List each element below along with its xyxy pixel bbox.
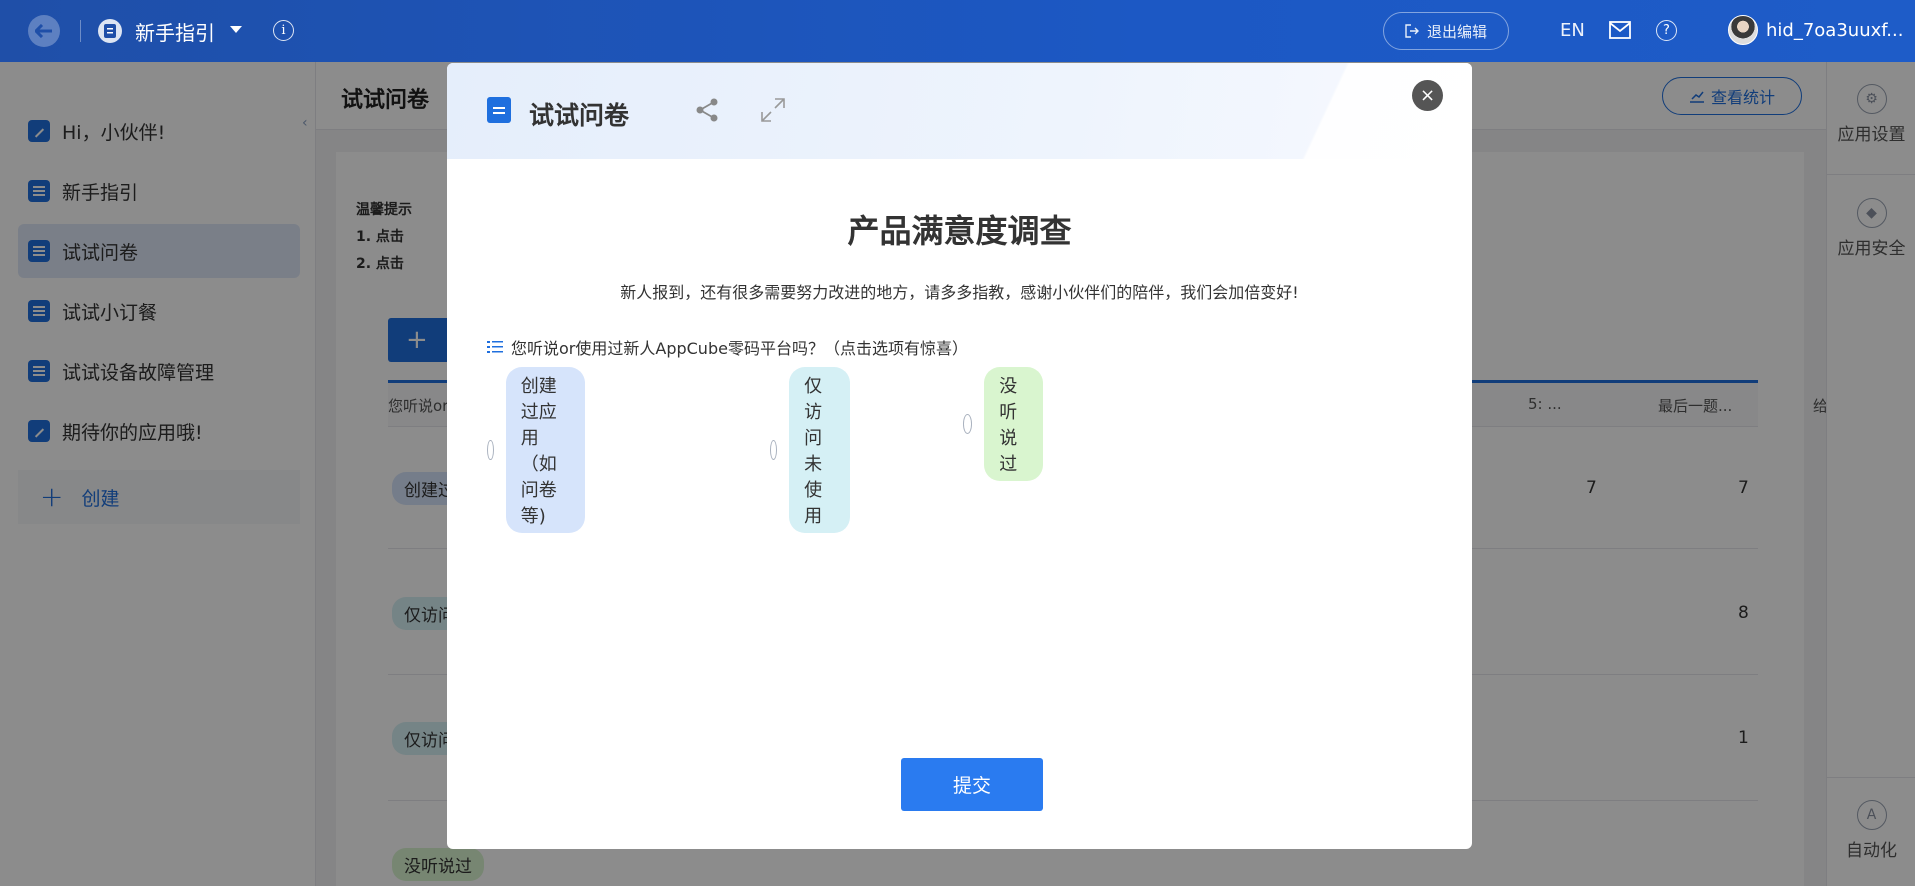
question-label: 您听说or使用过新人AppCube零码平台吗？（点击选项有惊喜） — [487, 335, 968, 359]
header-decoration — [1247, 63, 1472, 159]
option-visited[interactable]: 仅访问未使用 — [770, 367, 850, 533]
option-never-heard[interactable]: 没听说过 — [963, 367, 1043, 481]
close-button[interactable]: × — [1412, 80, 1443, 111]
list-icon — [487, 341, 503, 353]
modal-title: 试试问卷 — [529, 101, 630, 130]
question-text: 您听说or使用过新人AppCube零码平台吗？（点击选项有惊喜） — [511, 339, 968, 358]
help-icon[interactable]: ? — [1656, 20, 1677, 41]
survey-modal: 试试问卷 × 产品满意度调查 新人报到，还有很多需要努力改进的地方，请多多指教，… — [447, 63, 1472, 849]
survey-title: 产品满意度调查 — [847, 212, 1072, 250]
exit-edit-label: 退出编辑 — [1426, 22, 1487, 41]
share-icon[interactable] — [694, 97, 720, 127]
option-chip[interactable]: 没听说过 — [984, 367, 1043, 481]
app-title[interactable]: 新手指引 — [135, 17, 215, 46]
modal-header: 试试问卷 — [447, 63, 1472, 159]
radio-button[interactable] — [963, 414, 973, 434]
mail-icon[interactable] — [1609, 21, 1631, 43]
radio-button[interactable] — [770, 440, 778, 460]
option-created[interactable]: 创建过应用（如问卷等) — [487, 367, 585, 533]
exit-edit-button[interactable]: 退出编辑 — [1383, 12, 1509, 50]
back-button[interactable] — [28, 15, 60, 47]
exit-icon — [1405, 24, 1419, 38]
option-chip[interactable]: 创建过应用（如问卷等) — [505, 367, 585, 533]
option-chip[interactable]: 仅访问未使用 — [789, 367, 850, 533]
document-icon — [487, 97, 511, 123]
top-bar: 新手指引 i 退出编辑 EN ? hid_7oa3uuxf... — [0, 0, 1915, 62]
arrow-left-icon — [35, 24, 52, 38]
username[interactable]: hid_7oa3uuxf... — [1766, 20, 1903, 41]
avatar[interactable] — [1728, 15, 1758, 45]
expand-icon[interactable] — [760, 97, 786, 127]
survey-description: 新人报到，还有很多需要努力改进的地方，请多多指教，感谢小伙伴们的陪伴，我们会加倍… — [620, 283, 1299, 302]
submit-button[interactable]: 提交 — [901, 758, 1043, 811]
caret-down-icon[interactable] — [229, 23, 243, 39]
language-toggle[interactable]: EN — [1560, 20, 1585, 41]
app-doc-icon — [98, 19, 122, 43]
divider — [80, 20, 81, 42]
info-icon[interactable]: i — [273, 20, 294, 41]
radio-button[interactable] — [487, 440, 494, 460]
